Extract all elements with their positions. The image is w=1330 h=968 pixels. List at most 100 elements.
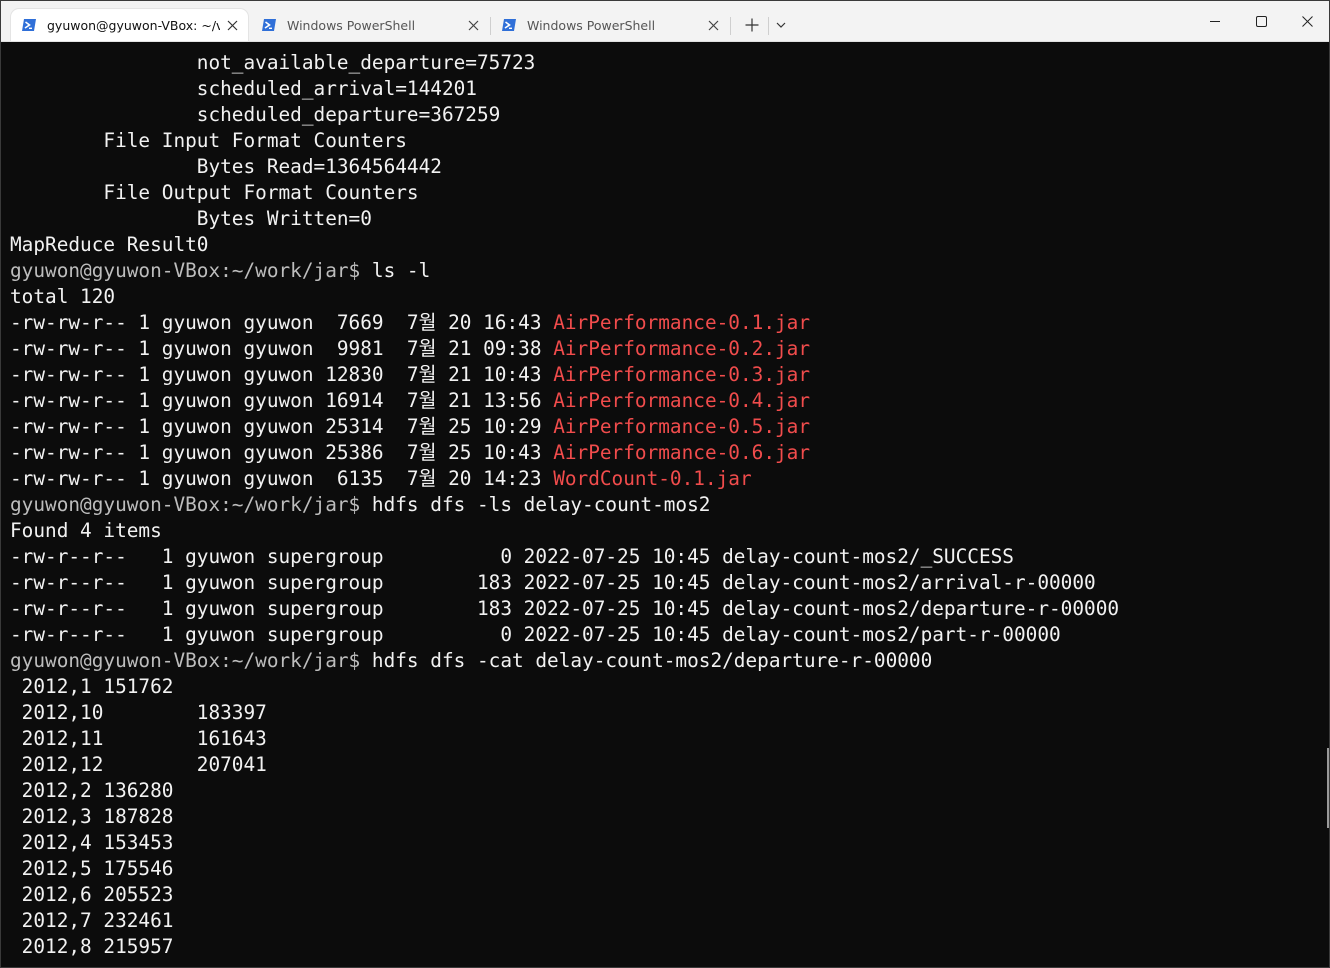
terminal-text: 2012,1 151762 — [10, 675, 174, 698]
terminal-text: 2012,2 136280 — [10, 779, 174, 802]
close-icon — [468, 20, 478, 30]
terminal-line: gyuwon@gyuwon-VBox:~/work/jar$ ls -l — [10, 258, 430, 284]
terminal-text: -rw-rw-r-- 1 gyuwon gyuwon 25386 7월 25 1… — [10, 441, 554, 464]
powershell-icon — [502, 19, 516, 31]
tab-bar: gyuwon@gyuwon-VBox: ~/v Windows PowerShe… — [1, 1, 1329, 42]
new-tab-button[interactable] — [738, 9, 766, 41]
shell-prompt: gyuwon@gyuwon-VBox:~/work/jar$ — [10, 649, 361, 672]
tab-close-button[interactable] — [701, 13, 725, 37]
terminal-text: scheduled_departure=367259 — [10, 103, 501, 126]
jar-file-name: WordCount-0.1.jar — [553, 467, 752, 490]
terminal-window: gyuwon@gyuwon-VBox: ~/v Windows PowerShe… — [0, 0, 1330, 968]
terminal-text: 2012,10 183397 — [10, 701, 267, 724]
terminal-line: -rw-r--r-- 1 gyuwon supergroup 0 2022-07… — [10, 544, 1014, 570]
terminal-text: hdfs dfs -cat delay-count-mos2/departure… — [360, 649, 933, 672]
maximize-button[interactable] — [1238, 1, 1284, 41]
terminal-line: -rw-rw-r-- 1 gyuwon gyuwon 25386 7월 25 1… — [10, 440, 810, 466]
terminal-text: ls -l — [360, 259, 431, 282]
terminal-line: gyuwon@gyuwon-VBox:~/work/jar$ hdfs dfs … — [10, 648, 932, 674]
terminal-text: -rw-rw-r-- 1 gyuwon gyuwon 9981 7월 21 09… — [10, 337, 554, 360]
terminal-line: 2012,11 161643 — [10, 726, 267, 752]
tab-gyuwon-vbox[interactable]: gyuwon@gyuwon-VBox: ~/v — [11, 9, 248, 41]
terminal-text: 2012,8 215957 — [10, 935, 174, 958]
terminal-text: not_available_departure=75723 — [10, 51, 536, 74]
terminal-text: File Output Format Counters — [10, 181, 419, 204]
terminal-text: 2012,6 205523 — [10, 883, 174, 906]
terminal-line: 2012,7 232461 — [10, 908, 174, 934]
tab-separator — [768, 17, 769, 35]
shell-prompt: gyuwon@gyuwon-VBox:~/work/jar$ — [10, 259, 361, 282]
terminal-text: -rw-rw-r-- 1 gyuwon gyuwon 12830 7월 21 1… — [10, 363, 554, 386]
terminal-line: scheduled_departure=367259 — [10, 102, 501, 128]
terminal-text: 2012,4 153453 — [10, 831, 174, 854]
close-icon — [1301, 15, 1313, 27]
terminal-line: -rw-r--r-- 1 gyuwon supergroup 183 2022-… — [10, 570, 1096, 596]
shell-prompt: gyuwon@gyuwon-VBox:~/work/jar$ — [10, 493, 361, 516]
terminal-line: total 120 — [10, 284, 115, 310]
terminal-line: scheduled_arrival=144201 — [10, 76, 477, 102]
terminal-text: -rw-rw-r-- 1 gyuwon gyuwon 7669 7월 20 16… — [10, 311, 554, 334]
jar-file-name: AirPerformance-0.3.jar — [553, 363, 811, 386]
terminal-text: MapReduce Result0 — [10, 233, 209, 256]
terminal-text: scheduled_arrival=144201 — [10, 77, 477, 100]
terminal-text: -rw-r--r-- 1 gyuwon supergroup 183 2022-… — [10, 571, 1096, 594]
terminal-line: -rw-rw-r-- 1 gyuwon gyuwon 6135 7월 20 14… — [10, 466, 752, 492]
terminal-text: Found 4 items — [10, 519, 162, 542]
terminal-text: Bytes Read=1364564442 — [10, 155, 442, 178]
tab-title: gyuwon@gyuwon-VBox: ~/v — [47, 17, 220, 33]
terminal-line: -rw-rw-r-- 1 gyuwon gyuwon 12830 7월 21 1… — [10, 362, 810, 388]
terminal-line: gyuwon@gyuwon-VBox:~/work/jar$ hdfs dfs … — [10, 492, 710, 518]
jar-file-name: AirPerformance-0.4.jar — [553, 389, 811, 412]
powershell-icon — [262, 19, 276, 31]
tab-separator — [730, 17, 731, 35]
terminal-text: Bytes Written=0 — [10, 207, 372, 230]
terminal-line: File Input Format Counters — [10, 128, 407, 154]
minimize-icon — [1210, 21, 1220, 22]
terminal-line: File Output Format Counters — [10, 180, 419, 206]
terminal-line: Bytes Written=0 — [10, 206, 372, 232]
terminal-text: -rw-rw-r-- 1 gyuwon gyuwon 16914 7월 21 1… — [10, 389, 554, 412]
powershell-icon — [22, 19, 36, 31]
terminal-line: not_available_departure=75723 — [10, 50, 536, 76]
tab-dropdown-button[interactable] — [770, 9, 792, 41]
tab-close-button[interactable] — [220, 13, 244, 37]
terminal-line: 2012,6 205523 — [10, 882, 174, 908]
terminal-line: -rw-rw-r-- 1 gyuwon gyuwon 9981 7월 21 09… — [10, 336, 810, 362]
terminal-line: 2012,12 207041 — [10, 752, 267, 778]
jar-file-name: AirPerformance-0.6.jar — [553, 441, 811, 464]
chevron-down-icon — [776, 22, 786, 28]
jar-file-name: AirPerformance-0.5.jar — [553, 415, 811, 438]
tab-windows-powershell-1[interactable]: Windows PowerShell — [251, 9, 489, 41]
tab-title: Windows PowerShell — [287, 17, 416, 33]
terminal-line: 2012,5 175546 — [10, 856, 174, 882]
terminal-text: 2012,12 207041 — [10, 753, 267, 776]
terminal-text: 2012,11 161643 — [10, 727, 267, 750]
jar-file-name: AirPerformance-0.2.jar — [553, 337, 811, 360]
terminal-text: 2012,3 187828 — [10, 805, 174, 828]
terminal-line: 2012,3 187828 — [10, 804, 174, 830]
terminal-line: -rw-r--r-- 1 gyuwon supergroup 0 2022-07… — [10, 622, 1061, 648]
terminal-line: -rw-rw-r-- 1 gyuwon gyuwon 16914 7월 21 1… — [10, 388, 810, 414]
terminal-line: MapReduce Result0 — [10, 232, 208, 258]
terminal-line: -rw-r--r-- 1 gyuwon supergroup 183 2022-… — [10, 596, 1119, 622]
terminal-text: hdfs dfs -ls delay-count-mos2 — [360, 493, 711, 516]
terminal-line: -rw-rw-r-- 1 gyuwon gyuwon 7669 7월 20 16… — [10, 310, 810, 336]
jar-file-name: AirPerformance-0.1.jar — [553, 311, 811, 334]
terminal-line: Found 4 items — [10, 518, 162, 544]
terminal-text: -rw-rw-r-- 1 gyuwon gyuwon 25314 7월 25 1… — [10, 415, 554, 438]
terminal-text: -rw-r--r-- 1 gyuwon supergroup 183 2022-… — [10, 597, 1120, 620]
close-window-button[interactable] — [1284, 1, 1329, 41]
minimize-button[interactable] — [1192, 1, 1238, 41]
terminal-text: -rw-rw-r-- 1 gyuwon gyuwon 6135 7월 20 14… — [10, 467, 554, 490]
terminal-line: 2012,2 136280 — [10, 778, 174, 804]
maximize-icon — [1255, 15, 1267, 27]
terminal-line: 2012,10 183397 — [10, 700, 267, 726]
close-icon — [227, 20, 237, 30]
tab-windows-powershell-2[interactable]: Windows PowerShell — [491, 9, 729, 41]
tab-close-button[interactable] — [461, 13, 485, 37]
terminal-text: -rw-r--r-- 1 gyuwon supergroup 0 2022-07… — [10, 545, 1014, 568]
terminal-text: total 120 — [10, 285, 116, 308]
terminal-line: 2012,4 153453 — [10, 830, 174, 856]
scrollbar[interactable] — [1327, 748, 1329, 828]
terminal-output[interactable]: not_available_departure=75723 scheduled_… — [1, 42, 1329, 967]
